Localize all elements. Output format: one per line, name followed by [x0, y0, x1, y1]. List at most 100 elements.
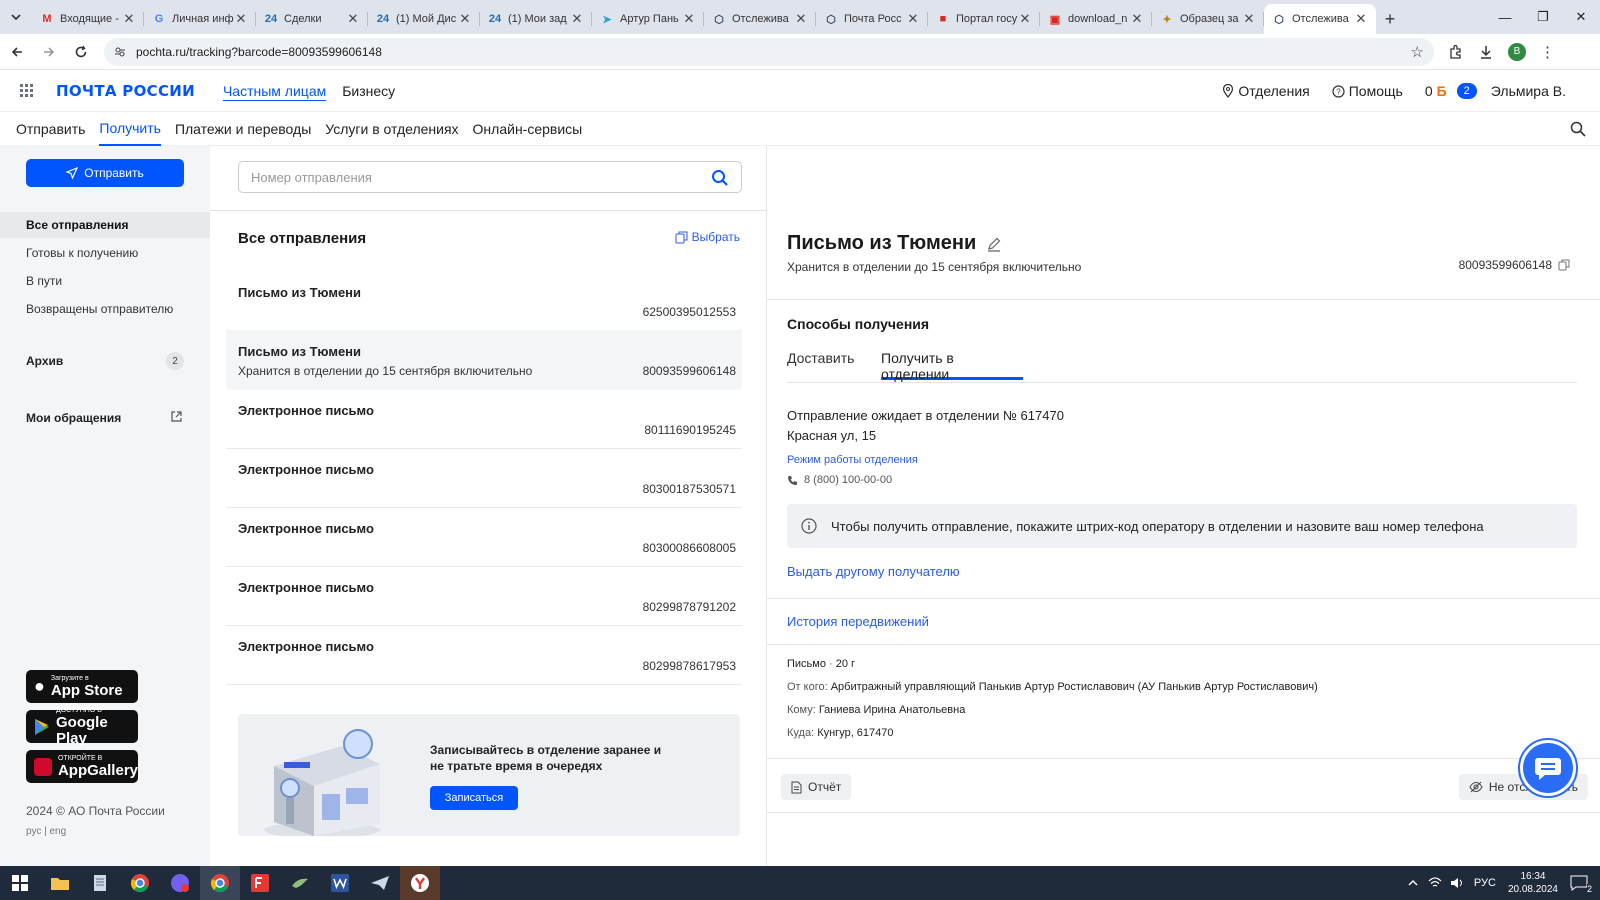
extensions-icon[interactable] — [1448, 44, 1464, 60]
bookmark-star-icon[interactable]: ☆ — [1411, 43, 1424, 61]
sidebar-item-returned[interactable]: Возвращены отправителю — [0, 296, 210, 322]
sidebar-item-all[interactable]: Все отправления — [0, 212, 210, 238]
reload-icon[interactable] — [66, 37, 96, 67]
subnav-office-services[interactable]: Услуги в отделениях — [325, 112, 458, 146]
clock[interactable]: 16:34 20.08.2024 — [1508, 870, 1558, 896]
browser-tab[interactable]: ■ Портал госу ✕ — [928, 4, 1040, 34]
browser-tab[interactable]: M Входящие - ✕ — [32, 4, 144, 34]
chat-support-button[interactable] — [1518, 738, 1578, 798]
minimize-icon[interactable]: — — [1486, 0, 1524, 34]
close-window-icon[interactable]: ✕ — [1562, 0, 1600, 34]
forward-icon[interactable] — [34, 37, 64, 67]
bird-app-icon[interactable] — [280, 866, 320, 900]
user-menu[interactable]: Эльмира В. — [1491, 83, 1566, 99]
shipment-row[interactable]: Электронное письмо 80299878617953 — [226, 625, 742, 685]
volume-icon[interactable] — [1450, 877, 1464, 889]
subnav-payments[interactable]: Платежи и переводы — [175, 112, 311, 146]
external-link-icon[interactable] — [170, 410, 183, 423]
input-language[interactable]: РУС — [1474, 877, 1496, 889]
search-icon[interactable] — [711, 169, 729, 187]
app-gallery-badge[interactable]: ОТКРОЙТЕ В AppGallery — [26, 750, 138, 783]
notification-center-icon[interactable]: 2 — [1570, 875, 1592, 894]
word-icon[interactable] — [320, 866, 360, 900]
sidebar-item-ready[interactable]: Готовы к получению — [0, 240, 210, 266]
browser-tab[interactable]: ⬡ Отслежива ✕ — [704, 4, 816, 34]
close-tab-icon[interactable]: ✕ — [234, 11, 248, 27]
sidebar-archive[interactable]: Архив — [26, 354, 63, 368]
browser-tab[interactable]: ⬡ Отслежива ✕ — [1264, 4, 1376, 34]
close-tab-icon[interactable]: ✕ — [346, 11, 360, 27]
edit-pencil-icon[interactable] — [986, 236, 1002, 252]
address-bar[interactable]: pochta.ru/tracking?barcode=8009359960614… — [104, 37, 1434, 66]
restore-icon[interactable]: ❐ — [1524, 0, 1562, 34]
close-tab-icon[interactable]: ✕ — [682, 11, 696, 27]
app-store-badge[interactable]: ● Загрузите в App Store — [26, 670, 138, 703]
tracking-history-link[interactable]: История передвижений — [787, 614, 929, 629]
close-tab-icon[interactable]: ✕ — [1242, 11, 1256, 27]
shipment-row[interactable]: Письмо из Тюмени 62500395012553 — [226, 271, 742, 331]
close-tab-icon[interactable]: ✕ — [122, 11, 136, 27]
browser-tab[interactable]: ➤ Артур Пань ✕ — [592, 4, 704, 34]
network-icon[interactable] — [1428, 877, 1442, 889]
chrome-icon[interactable] — [120, 866, 160, 900]
paper-plane-app-icon[interactable] — [360, 866, 400, 900]
shipment-row[interactable]: Письмо из Тюмени Хранится в отделении до … — [226, 330, 742, 390]
browser-menu-icon[interactable]: ⋮ — [1540, 43, 1555, 61]
select-link[interactable]: Выбрать — [675, 230, 740, 244]
copy-icon[interactable] — [1558, 259, 1570, 271]
close-tab-icon[interactable]: ✕ — [906, 11, 920, 27]
notifications-badge[interactable]: 2 — [1456, 83, 1477, 99]
tab-deliver[interactable]: Доставить — [787, 350, 854, 380]
subnav-online-services[interactable]: Онлайн-сервисы — [473, 112, 583, 146]
browser-tab[interactable]: 24 (1) Мои зад ✕ — [480, 4, 592, 34]
browser-tab[interactable]: G Личная инф ✕ — [144, 4, 256, 34]
google-play-badge[interactable]: ДОСТУПНО В Google Play — [26, 707, 138, 746]
viber-icon[interactable] — [160, 866, 200, 900]
notepad-icon[interactable] — [80, 866, 120, 900]
apps-grid-icon[interactable] — [20, 83, 34, 98]
report-button[interactable]: Отчёт — [781, 774, 852, 800]
new-tab-button[interactable]: + — [1376, 4, 1404, 34]
nav-business[interactable]: Бизнесу — [342, 83, 395, 99]
browser-tab[interactable]: 24 Сделки ✕ — [256, 4, 368, 34]
browser-tab[interactable]: ⬡ Почта Росс ✕ — [816, 4, 928, 34]
downloads-icon[interactable] — [1478, 44, 1494, 60]
nav-individuals[interactable]: Частным лицам — [223, 83, 326, 99]
sidebar-item-in-transit[interactable]: В пути — [0, 268, 210, 294]
browser-tab[interactable]: 24 (1) Мой Дис ✕ — [368, 4, 480, 34]
close-tab-icon[interactable]: ✕ — [1130, 11, 1144, 27]
shipment-row[interactable]: Электронное письмо 80300187530571 — [226, 448, 742, 508]
other-recipient-link[interactable]: Выдать другому получателю — [787, 564, 960, 579]
close-tab-icon[interactable]: ✕ — [458, 11, 472, 27]
tracking-search-input[interactable]: Номер отправления — [238, 161, 742, 193]
browser-tab[interactable]: ▣ download_n ✕ — [1040, 4, 1152, 34]
close-tab-icon[interactable]: ✕ — [794, 11, 808, 27]
pochta-logo[interactable]: ПОЧТА РОССИИ — [56, 82, 195, 100]
close-tab-icon[interactable]: ✕ — [570, 11, 584, 27]
tab-pickup-office[interactable]: Получить в отделении — [881, 350, 1023, 382]
tray-chevron-icon[interactable] — [1408, 879, 1418, 887]
office-phone[interactable]: 8 (800) 100-00-00 — [787, 474, 892, 486]
close-tab-icon[interactable]: ✕ — [1018, 11, 1032, 27]
shipment-row[interactable]: Электронное письмо 80299878791202 — [226, 566, 742, 626]
file-explorer-icon[interactable] — [40, 866, 80, 900]
tab-search-menu-icon[interactable] — [0, 0, 32, 34]
offices-link[interactable]: Отделения — [1222, 83, 1310, 99]
book-appointment-button[interactable]: Записаться — [430, 786, 518, 810]
profile-avatar[interactable]: В — [1508, 42, 1526, 61]
balance[interactable]: 0 Б — [1425, 83, 1447, 99]
foxit-pdf-icon[interactable] — [240, 866, 280, 900]
send-button[interactable]: Отправить — [26, 159, 184, 187]
shipment-row[interactable]: Электронное письмо 80111690195245 — [226, 389, 742, 449]
back-icon[interactable] — [2, 37, 32, 67]
subnav-send[interactable]: Отправить — [16, 112, 85, 146]
subnav-receive[interactable]: Получить — [99, 112, 161, 146]
sidebar-appeals[interactable]: Мои обращения — [26, 411, 121, 425]
shipment-row[interactable]: Электронное письмо 80300086608005 — [226, 507, 742, 567]
site-search-icon[interactable] — [1570, 121, 1586, 137]
browser-tab[interactable]: ✦ Образец за ✕ — [1152, 4, 1264, 34]
chrome-active-icon[interactable] — [200, 866, 240, 900]
language-switcher[interactable]: рус | eng — [26, 826, 66, 837]
yandex-browser-icon[interactable] — [400, 866, 440, 900]
office-hours-link[interactable]: Режим работы отделения — [787, 454, 918, 466]
